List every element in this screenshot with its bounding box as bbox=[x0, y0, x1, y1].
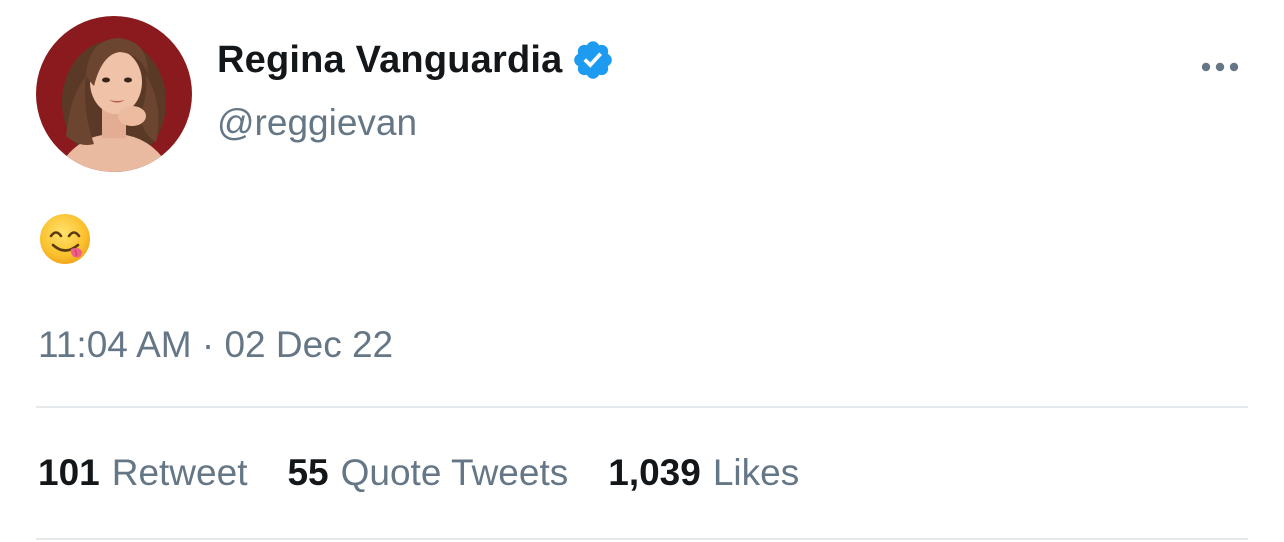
more-horizontal-icon bbox=[1201, 62, 1239, 72]
likes-count: 1,039 bbox=[608, 452, 701, 493]
quote-tweets-label: Quote Tweets bbox=[340, 452, 569, 493]
quote-tweets-stat[interactable]: 55 Quote Tweets bbox=[287, 452, 568, 494]
retweets-stat[interactable]: 101 Retweet bbox=[38, 452, 247, 494]
likes-label: Likes bbox=[712, 452, 800, 493]
quote-tweets-count: 55 bbox=[287, 452, 329, 493]
author-handle[interactable]: @reggievan bbox=[217, 102, 417, 144]
tweet-text bbox=[38, 212, 94, 268]
retweets-label: Retweet bbox=[111, 452, 248, 493]
avatar-image bbox=[36, 16, 192, 172]
tweet-timestamp[interactable]: 11:04 AM · 02 Dec 22 bbox=[38, 324, 393, 366]
more-options-button[interactable] bbox=[1196, 52, 1244, 82]
likes-stat[interactable]: 1,039 Likes bbox=[608, 452, 799, 494]
author-name-row[interactable]: Regina Vanguardia bbox=[217, 36, 615, 84]
avatar[interactable] bbox=[36, 16, 192, 172]
face-savoring-food-emoji bbox=[40, 214, 90, 264]
verified-badge-icon bbox=[571, 38, 615, 82]
display-name[interactable]: Regina Vanguardia bbox=[217, 39, 563, 82]
retweets-count: 101 bbox=[38, 452, 100, 493]
divider bbox=[36, 538, 1248, 540]
divider bbox=[36, 406, 1248, 408]
tweet-stats: 101 Retweet 55 Quote Tweets 1,039 Likes bbox=[38, 452, 799, 494]
